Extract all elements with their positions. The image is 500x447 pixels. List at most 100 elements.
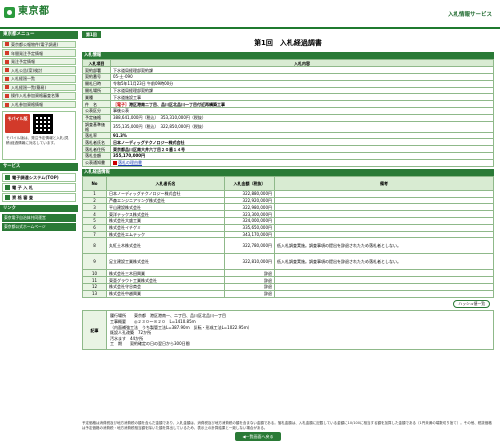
button-label: 電 子 入 札	[12, 184, 34, 190]
bidder-name: 芦森エンジニアリング株式会社	[106, 196, 225, 205]
sidebar-item-label: 操作入札参加資格審査名簿	[11, 93, 59, 99]
bidder-remark	[274, 223, 494, 232]
table-row: 12 株式会社守谷商会 辞退	[82, 283, 494, 291]
e-bid-button[interactable]: 電 子 入 札	[2, 182, 76, 192]
bidder-amount: 辞退	[224, 276, 275, 285]
bidder-no: 7	[82, 230, 107, 239]
bullet-icon	[5, 59, 9, 64]
bidder-amount: 323,300,000円	[224, 210, 275, 219]
bidder-remark	[274, 189, 494, 198]
row-key: 公表区分	[82, 106, 111, 115]
table-row: 調査基準価格 355,135,000円（税込） 322,850,000円（税抜）	[82, 120, 494, 133]
bullet-icon	[5, 102, 9, 107]
system-top-button[interactable]: 電子調達システム(TOP)	[2, 172, 76, 182]
bullet-icon	[5, 42, 9, 47]
electronic-tag: ［電子］	[113, 101, 129, 107]
table-row: 契約部署 下水道局経理部契約課	[82, 66, 494, 74]
sidebar-menu: 東京都公報物件(電子調達) 年間発注予定情報 発注予定情報 入札公告(案)検討 …	[0, 40, 78, 109]
sidebar-subtitle: サービス	[0, 163, 78, 171]
button-label: 資 格 審 査	[12, 194, 34, 200]
sidebar-item-annual-plan[interactable]: 年間発注予定情報	[2, 49, 76, 57]
bidder-amount: 324,000,000円	[224, 217, 275, 225]
row-value: 下水道局経理部契約課	[110, 86, 494, 95]
row-value: 355,135,000円（税込） 322,850,000円（税抜）	[110, 120, 494, 133]
col-amount: 入札金額（税抜）	[224, 175, 275, 191]
sidebar-item-koho[interactable]: 東京都公報物件(電子調達)	[2, 40, 76, 49]
tokyo-logo[interactable]: 東京都	[4, 6, 50, 19]
row-value: 388,641,000円（税込） 353,310,000円（税抜）	[110, 113, 494, 122]
service-name: 入札情報サービス	[447, 12, 492, 18]
main-content: 第1回 第1回 入札経過調書 入札情報 入札項目 入札内容 契約部署 下水道局経理…	[82, 31, 494, 350]
bidder-remark: 低入札調査実施。調査事項の提出を辞退されたため落札者としない。	[274, 253, 494, 271]
sidebar-item-notice-draft[interactable]: 入札公告(案)検討	[2, 66, 76, 74]
bidders-table: No 入札者氏名 入札金額（税抜） 備考 1 日本ノーディッグテクノロジー株式会社…	[82, 175, 494, 298]
sidebar-item-label: 東京都公報物件(電子調達)	[11, 41, 59, 47]
bidder-no: 13	[82, 289, 107, 298]
qualification-button[interactable]: 資 格 審 査	[2, 192, 76, 202]
sidebar-item-label: 入札経過一覧	[11, 76, 35, 82]
table-row: 記事 履行場所 東京都 港区港南一、二丁目、品川区北品川一丁目 工事概要 ◎２３…	[82, 310, 494, 350]
qr-code-icon	[33, 114, 53, 135]
bidder-no: 12	[82, 283, 107, 291]
header-divider	[0, 27, 500, 29]
table-row: 落札者氏名 日本ノーディッグテクノロジー株式会社	[82, 138, 494, 147]
link-joint-operation[interactable]: 東京電子自治体共同運営	[2, 214, 76, 223]
bidder-amount: 辞退	[224, 283, 275, 291]
col-item: 入札項目	[82, 59, 111, 68]
row-value: 91.3%	[110, 131, 494, 140]
table-row: 開札場所 下水道局経理部契約課	[82, 86, 494, 95]
bidder-amount: 322,780,000円	[224, 237, 275, 255]
bidder-remark: 低入札調査実施。調査事項の提出を辞退されたため落札者としない。	[274, 237, 494, 255]
bidder-remark	[274, 217, 494, 225]
sidebar-item-label: 発注予定情報	[11, 59, 35, 65]
bullet-icon	[5, 68, 9, 73]
row-key: 公表通知書	[82, 158, 111, 167]
hash-list-button[interactable]: ハッシュ値一覧	[453, 299, 490, 309]
bullet-icon	[5, 85, 9, 90]
reason-link[interactable]: 落札の理由書	[118, 160, 142, 165]
row-value: 日本ノーディッグテクノロジー株式会社	[110, 138, 494, 147]
logo-text: 東京都	[18, 6, 50, 17]
bidder-amount: 322,880,000円	[224, 189, 275, 198]
sidebar-item-label: 入札参加資格情報	[11, 102, 43, 108]
link-tokyo-official[interactable]: 東京都公式ホームページ	[2, 223, 76, 232]
bullet-icon	[5, 174, 10, 180]
col-no: No	[82, 175, 107, 191]
col-remark: 備考	[274, 175, 494, 191]
bidder-remark	[274, 289, 494, 298]
sidebar-item-bid-result[interactable]: 入札経過一覧	[2, 75, 76, 83]
sidebar-item-bid-result-simple[interactable]: 入札経過一覧(簡易)	[2, 83, 76, 92]
sidebar-item-order-plan[interactable]: 発注予定情報	[2, 57, 76, 66]
bidder-no: 8	[82, 237, 107, 255]
sidebar-item-qualification-info[interactable]: 入札参加資格情報	[2, 100, 76, 109]
bidder-remark	[274, 276, 494, 285]
back-to-list-button[interactable]: ◀一覧画面へ戻る	[235, 432, 281, 441]
row-value: 下水道施設工事	[110, 93, 494, 102]
table-row: 公表通知書 落札の理由書	[82, 158, 494, 167]
row-key: 調査基準価格	[82, 120, 111, 133]
table-row: 契約番号 05-土-090	[82, 72, 494, 81]
table-row: 業種 下水道施設工事	[82, 93, 494, 102]
table-row: 4 東洋テックス株式会社 323,300,000円	[82, 210, 494, 219]
bullet-icon	[5, 194, 10, 200]
table-row: 落札者住所 東京都品川区南大井六丁目２０番１４号	[82, 145, 494, 153]
bidder-no: 4	[82, 210, 107, 219]
row-key: 業種	[82, 93, 111, 102]
bidder-remark	[274, 230, 494, 239]
table-row: 開札日時 令和5年11月23日 午前09時00分	[82, 79, 494, 88]
mobile-badge[interactable]: モバイル版	[5, 114, 30, 134]
row-value: 05-土-090	[110, 72, 494, 81]
table-row: 5 株式会社大盛工業 324,000,000円	[82, 217, 494, 225]
col-name: 入札者氏名	[106, 175, 225, 191]
page-header: 東京都 入札情報サービス	[0, 0, 500, 29]
bidder-name: 株式会社イチゲミ	[106, 223, 225, 232]
note-line: 工 期 契約確定の日の翌日から300日間	[110, 341, 190, 347]
table-row: 予定価格 388,641,000円（税込） 353,310,000円（税抜）	[82, 113, 494, 122]
table-row: 7 株式会社エムテック 343,170,000円	[82, 230, 494, 239]
col-content: 入札内容	[110, 59, 494, 68]
bidder-name: 株式会社三木田興業	[106, 269, 225, 278]
bidder-no: 1	[82, 189, 107, 198]
sidebar-item-qualification-list[interactable]: 操作入札参加資格審査名簿	[2, 92, 76, 100]
bidder-no: 11	[82, 276, 107, 285]
notes-table: 記事 履行場所 東京都 港区港南一、二丁目、品川区北品川一丁目 工事概要 ◎２３…	[82, 310, 494, 350]
